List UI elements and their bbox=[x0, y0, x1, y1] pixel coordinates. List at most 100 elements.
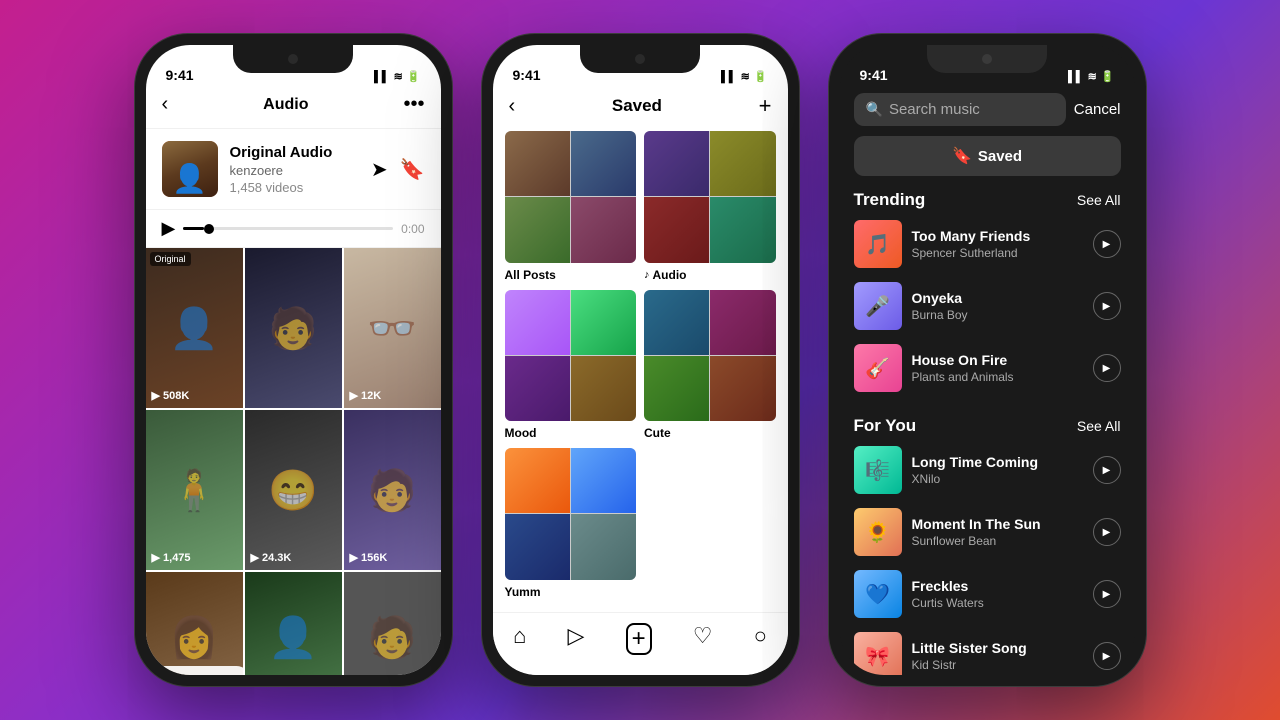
phone-saved: 9:41 ▌▌ ≋ 🔋 ‹ Saved + bbox=[481, 33, 800, 687]
add-button-2[interactable]: + bbox=[759, 93, 772, 119]
trending-list: 🎵 Too Many Friends Spencer Sutherland ▶ … bbox=[840, 220, 1135, 392]
yumm-label: Yumm bbox=[505, 585, 637, 599]
notch-3 bbox=[927, 45, 1047, 73]
for-you-header: For You See All bbox=[840, 416, 1135, 446]
phone-music: 9:41 ▌▌ ≋ 🔋 🔍 Search music Cancel 🔖 Save… bbox=[828, 33, 1147, 687]
bottom-nav: ⌂ ▷ + ♡ ○ bbox=[493, 612, 788, 675]
person-4: 🧍 bbox=[146, 410, 243, 570]
saved-tab-button[interactable]: 🔖 Saved bbox=[854, 136, 1121, 176]
camera-icon: 📷 bbox=[152, 672, 168, 675]
for-you-item-2[interactable]: 🌻 Moment In The Sun Sunflower Bean ▶ bbox=[854, 508, 1121, 556]
video-cell-5[interactable]: 😁 ▶ 24.3K bbox=[245, 410, 342, 570]
person-3: 👓 bbox=[344, 248, 441, 408]
status-time-3: 9:41 bbox=[860, 67, 888, 83]
progress-controls: ▶ 0:00 bbox=[162, 218, 425, 239]
play-for-you-3[interactable]: ▶ bbox=[1093, 580, 1121, 608]
nav-profile[interactable]: ○ bbox=[754, 623, 767, 655]
avatar-1 bbox=[162, 141, 218, 197]
search-input-wrap[interactable]: 🔍 Search music bbox=[854, 93, 1066, 126]
video-cell-6[interactable]: 🧑 ▶ 156K bbox=[344, 410, 441, 570]
all-posts-thumb bbox=[505, 131, 637, 263]
cancel-button[interactable]: Cancel bbox=[1074, 101, 1121, 118]
original-tag: Original bbox=[150, 252, 191, 266]
progress-bar[interactable] bbox=[183, 227, 393, 230]
audio-page-title: Audio bbox=[168, 96, 403, 114]
trending-item-1[interactable]: 🎵 Too Many Friends Spencer Sutherland ▶ bbox=[854, 220, 1121, 268]
for-you-name-2: Moment In The Sun bbox=[912, 516, 1083, 532]
for-you-see-all[interactable]: See All bbox=[1077, 418, 1121, 434]
nav-reels[interactable]: ▷ bbox=[568, 623, 585, 655]
video-cell-7[interactable]: 👩 📷 Use Audio bbox=[146, 572, 243, 675]
trending-name-3: House On Fire bbox=[912, 352, 1083, 368]
cute-thumb bbox=[644, 290, 776, 422]
collection-audio[interactable]: ♪ Audio bbox=[644, 131, 776, 282]
video-cell-4[interactable]: 🧍 ▶ 1,475 bbox=[146, 410, 243, 570]
audio-actions: ➤ 🔖 bbox=[371, 157, 425, 182]
back-button-1[interactable]: ‹ bbox=[162, 93, 169, 116]
phone-audio: 9:41 ▌▌ ≋ 🔋 ‹ Audio ••• Original Audio k… bbox=[134, 33, 453, 687]
progress-fill bbox=[183, 227, 204, 230]
video-count-4: ▶ 1,475 bbox=[152, 551, 191, 564]
video-cell-8[interactable]: 👤 bbox=[245, 572, 342, 675]
trending-thumb-3: 🎸 bbox=[854, 344, 902, 392]
person-8: 👤 bbox=[245, 572, 342, 675]
status-icons-1: ▌▌ ≋ 🔋 bbox=[374, 70, 421, 83]
video-cell-3[interactable]: 👓 ▶ 12K bbox=[344, 248, 441, 408]
video-cell-1[interactable]: 👤 Original ▶ 508K bbox=[146, 248, 243, 408]
trending-header: Trending See All bbox=[840, 190, 1135, 220]
yumm-thumb bbox=[505, 448, 637, 580]
for-you-item-3[interactable]: 💙 Freckles Curtis Waters ▶ bbox=[854, 570, 1121, 618]
all-posts-label: All Posts bbox=[505, 268, 637, 282]
audio-progress: ▶ 0:00 bbox=[146, 210, 441, 248]
for-you-thumb-4: 🎀 bbox=[854, 632, 902, 675]
play-trending-1[interactable]: ▶ bbox=[1093, 230, 1121, 258]
bookmark-tab-icon: 🔖 bbox=[952, 146, 972, 166]
collection-all-posts[interactable]: All Posts bbox=[505, 131, 637, 282]
trending-see-all[interactable]: See All bbox=[1077, 192, 1121, 208]
for-you-name-1: Long Time Coming bbox=[912, 454, 1083, 470]
video-count-3: ▶ 12K bbox=[350, 389, 382, 402]
trending-name-2: Onyeka bbox=[912, 290, 1083, 306]
play-for-you-4[interactable]: ▶ bbox=[1093, 642, 1121, 670]
collection-mood[interactable]: Mood bbox=[505, 290, 637, 441]
audio-label: ♪ Audio bbox=[644, 268, 776, 282]
for-you-artist-3: Curtis Waters bbox=[912, 596, 1083, 610]
for-you-thumb-1: 🎼 bbox=[854, 446, 902, 494]
audio-track-name: Original Audio bbox=[230, 144, 359, 161]
notch bbox=[233, 45, 353, 73]
play-for-you-2[interactable]: ▶ bbox=[1093, 518, 1121, 546]
for-you-artist-1: XNilo bbox=[912, 472, 1083, 486]
video-cell-2[interactable]: 🧑 bbox=[245, 248, 342, 408]
nav-add[interactable]: + bbox=[626, 623, 652, 655]
play-trending-2[interactable]: ▶ bbox=[1093, 292, 1121, 320]
collection-cute[interactable]: Cute bbox=[644, 290, 776, 441]
video-cell-9[interactable]: 🧑 bbox=[344, 572, 441, 675]
trending-item-2[interactable]: 🎤 Onyeka Burna Boy ▶ bbox=[854, 282, 1121, 330]
nav-home[interactable]: ⌂ bbox=[513, 623, 526, 655]
for-you-item-1[interactable]: 🎼 Long Time Coming XNilo ▶ bbox=[854, 446, 1121, 494]
play-button[interactable]: ▶ bbox=[162, 218, 176, 239]
trending-thumb-2: 🎤 bbox=[854, 282, 902, 330]
for-you-info-1: Long Time Coming XNilo bbox=[912, 454, 1083, 486]
saved-header: ‹ Saved + bbox=[493, 89, 788, 131]
play-trending-3[interactable]: ▶ bbox=[1093, 354, 1121, 382]
for-you-artist-2: Sunflower Bean bbox=[912, 534, 1083, 548]
audio-header: ‹ Audio ••• bbox=[146, 89, 441, 129]
trending-item-3[interactable]: 🎸 House On Fire Plants and Animals ▶ bbox=[854, 344, 1121, 392]
more-button-1[interactable]: ••• bbox=[403, 93, 424, 116]
person-7: 👩 bbox=[146, 572, 243, 675]
nav-heart[interactable]: ♡ bbox=[693, 623, 713, 655]
trending-thumb-1: 🎵 bbox=[854, 220, 902, 268]
bookmark-icon-1[interactable]: 🔖 bbox=[400, 157, 425, 182]
video-count-6: ▶ 156K bbox=[350, 551, 388, 564]
share-icon[interactable]: ➤ bbox=[371, 157, 388, 182]
use-audio-button[interactable]: 📷 Use Audio bbox=[146, 666, 243, 675]
collection-yumm[interactable]: Yumm bbox=[505, 448, 637, 599]
status-icons-3: ▌▌ ≋ 🔋 bbox=[1068, 70, 1115, 83]
for-you-item-4[interactable]: 🎀 Little Sister Song Kid Sistr ▶ bbox=[854, 632, 1121, 675]
play-for-you-1[interactable]: ▶ bbox=[1093, 456, 1121, 484]
status-time-2: 9:41 bbox=[513, 67, 541, 83]
section-divider bbox=[840, 406, 1135, 416]
person-5: 😁 bbox=[245, 410, 342, 570]
back-button-2[interactable]: ‹ bbox=[509, 95, 516, 118]
